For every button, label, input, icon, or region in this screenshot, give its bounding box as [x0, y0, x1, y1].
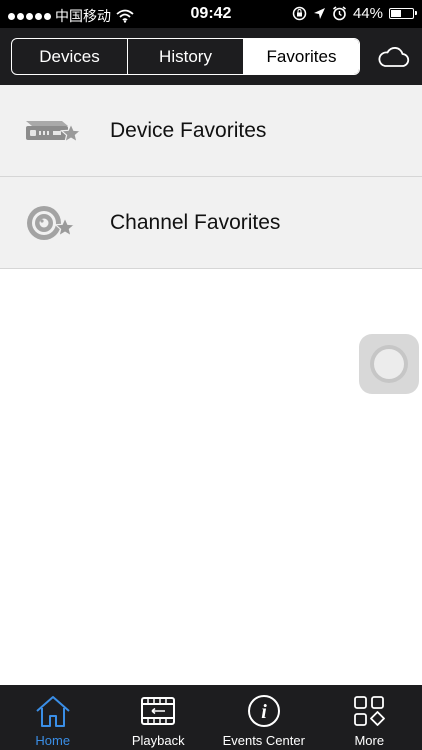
camera-star-icon	[22, 201, 82, 245]
view-segmented-control: Devices History Favorites	[11, 38, 360, 75]
battery-icon	[389, 8, 417, 19]
svg-text:i: i	[261, 701, 267, 723]
tab-favorites[interactable]: Favorites	[244, 39, 359, 74]
status-bar: 中国移动 09:42 44%	[0, 0, 422, 28]
tab-home[interactable]: Home	[0, 685, 106, 750]
tab-events-center-label: Events Center	[222, 733, 305, 748]
tab-home-label: Home	[35, 733, 71, 748]
rotation-lock-icon	[292, 6, 307, 21]
device-favorites-label: Device Favorites	[110, 118, 267, 142]
tab-history[interactable]: History	[128, 39, 244, 74]
tab-devices[interactable]: Devices	[12, 39, 128, 74]
playback-icon	[138, 693, 178, 729]
tab-more-label: More	[354, 733, 385, 748]
favorites-list: Device Favorites Channel Favorites	[0, 85, 422, 269]
alarm-icon	[332, 6, 346, 21]
tab-events-center[interactable]: i Events Center	[211, 685, 317, 750]
device-star-icon	[22, 109, 82, 153]
info-icon: i	[244, 693, 284, 729]
header: Devices History Favorites	[0, 28, 422, 85]
location-icon	[313, 8, 325, 19]
more-icon	[349, 693, 389, 729]
tab-bar: Home Playback i Events Center More	[0, 685, 422, 750]
battery-percentage: 44%	[352, 5, 383, 22]
channel-favorites-label: Channel Favorites	[110, 210, 281, 234]
cloud-icon[interactable]	[376, 44, 410, 70]
device-favorites-item[interactable]: Device Favorites	[0, 85, 422, 177]
status-right: 44%	[292, 5, 417, 22]
battery-level	[391, 10, 402, 17]
home-icon	[33, 693, 73, 729]
assistive-touch-button[interactable]	[359, 334, 419, 394]
channel-favorites-item[interactable]: Channel Favorites	[0, 177, 422, 269]
tab-more[interactable]: More	[317, 685, 422, 750]
tab-playback[interactable]: Playback	[106, 685, 212, 750]
tab-playback-label: Playback	[131, 733, 185, 748]
